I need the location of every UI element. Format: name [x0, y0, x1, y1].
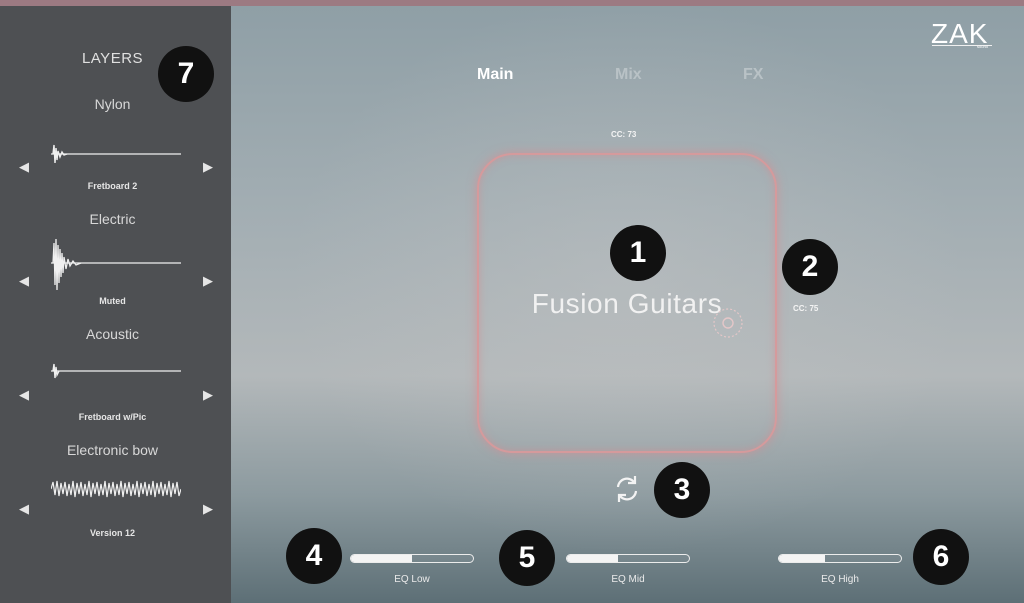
- target-icon[interactable]: [712, 307, 744, 339]
- layer-next-electric[interactable]: ▶: [203, 274, 213, 288]
- layer-prev-electronic-bow[interactable]: ◀: [19, 502, 29, 516]
- refresh-icon[interactable]: [611, 473, 643, 505]
- eq-mid-label: EQ Mid: [611, 574, 645, 585]
- cc-right-label: CC: 75: [793, 304, 819, 313]
- layer-next-acoustic[interactable]: ▶: [203, 388, 213, 402]
- layer-next-electronic-bow[interactable]: ▶: [203, 502, 213, 516]
- eq-high-label: EQ High: [821, 574, 859, 585]
- layer-prev-acoustic[interactable]: ◀: [19, 388, 29, 402]
- callout-4: 4: [286, 528, 342, 584]
- layer-prev-electric[interactable]: ◀: [19, 274, 29, 288]
- layer-next-nylon[interactable]: ▶: [203, 160, 213, 174]
- layer-preset-nylon: Fretboard 2: [87, 181, 138, 191]
- eq-mid-slider[interactable]: [566, 554, 690, 563]
- eq-low-label: EQ Low: [394, 574, 430, 585]
- eq-low-slider[interactable]: [350, 554, 474, 563]
- logo-sub: sound: [977, 44, 988, 49]
- cc-top-label: CC: 73: [611, 130, 637, 139]
- layer-preset-electronic-bow: Version 12: [89, 528, 136, 538]
- waveform-electronic-bow: [51, 480, 181, 498]
- waveform-nylon: [51, 144, 181, 164]
- tab-main[interactable]: Main: [477, 66, 513, 84]
- eq-high-slider[interactable]: [778, 554, 902, 563]
- callout-5: 5: [499, 530, 555, 586]
- tab-mix[interactable]: Mix: [615, 66, 642, 84]
- callout-1: 1: [610, 225, 666, 281]
- callout-2: 2: [782, 239, 838, 295]
- layer-name-electronic-bow: Electronic bow: [66, 442, 159, 458]
- layer-name-electric: Electric: [89, 211, 136, 227]
- waveform-acoustic: [51, 363, 181, 379]
- layer-preset-acoustic: Fretboard w/Pic: [78, 412, 147, 422]
- layer-prev-nylon[interactable]: ◀: [19, 160, 29, 174]
- layer-preset-electric: Muted: [99, 296, 126, 306]
- waveform-electric: [51, 238, 181, 291]
- layer-name-acoustic: Acoustic: [86, 326, 139, 342]
- tab-fx[interactable]: FX: [743, 66, 763, 84]
- callout-7: 7: [158, 46, 214, 102]
- callout-3: 3: [654, 462, 710, 518]
- callout-6: 6: [913, 529, 969, 585]
